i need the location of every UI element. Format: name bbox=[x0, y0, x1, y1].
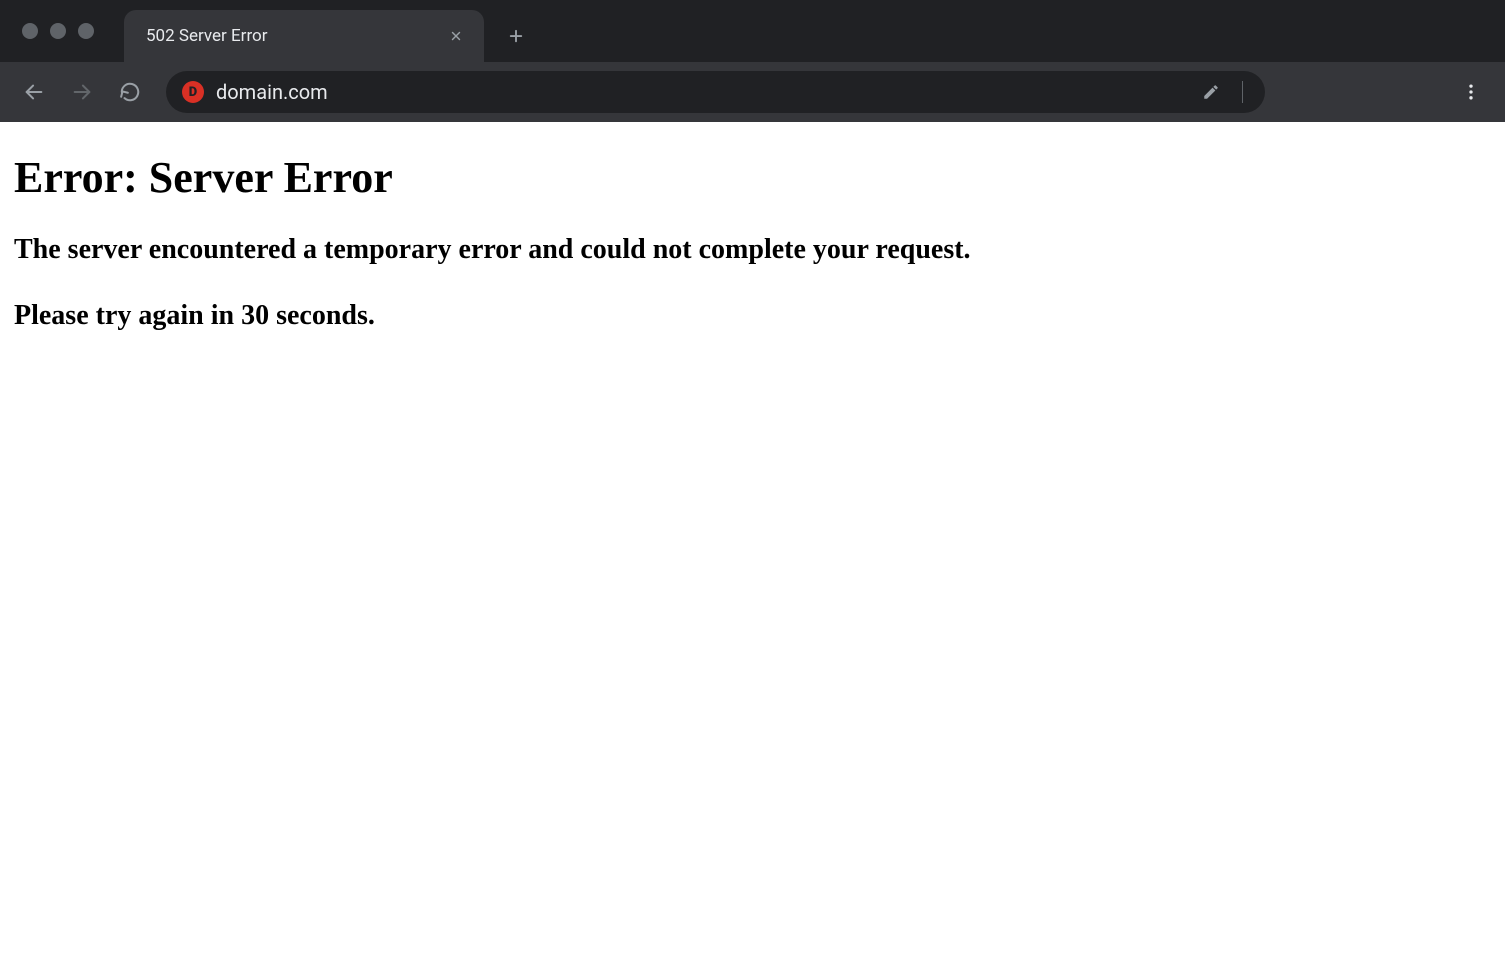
forward-button[interactable] bbox=[62, 72, 102, 112]
edit-url-button[interactable] bbox=[1198, 79, 1224, 105]
arrow-left-icon bbox=[23, 81, 45, 103]
close-tab-button[interactable] bbox=[446, 26, 466, 46]
close-icon bbox=[449, 29, 463, 43]
kebab-menu-icon bbox=[1461, 82, 1481, 102]
pencil-icon bbox=[1202, 83, 1220, 101]
browser-menu-button[interactable] bbox=[1451, 72, 1491, 112]
tab-title: 502 Server Error bbox=[146, 26, 446, 46]
browser-tab[interactable]: 502 Server Error bbox=[124, 10, 484, 62]
browser-chrome: 502 Server Error domain.com bbox=[0, 0, 1505, 122]
arrow-right-icon bbox=[71, 81, 93, 103]
window-maximize-button[interactable] bbox=[78, 23, 94, 39]
tabs-area: 502 Server Error bbox=[124, 0, 534, 62]
error-heading: Error: Server Error bbox=[14, 152, 1491, 203]
reload-button[interactable] bbox=[110, 72, 150, 112]
new-tab-button[interactable] bbox=[498, 18, 534, 54]
toolbar: domain.com bbox=[0, 62, 1505, 122]
window-minimize-button[interactable] bbox=[50, 23, 66, 39]
titlebar: 502 Server Error bbox=[0, 0, 1505, 62]
plus-icon bbox=[507, 27, 525, 45]
error-message-line2: Please try again in 30 seconds. bbox=[14, 297, 1491, 335]
window-close-button[interactable] bbox=[22, 23, 38, 39]
url-text: domain.com bbox=[216, 80, 1186, 104]
site-favicon-icon bbox=[182, 81, 204, 103]
window-controls bbox=[0, 23, 94, 39]
page-content: Error: Server Error The server encounter… bbox=[0, 122, 1505, 363]
back-button[interactable] bbox=[14, 72, 54, 112]
error-message-line1: The server encountered a temporary error… bbox=[14, 231, 1491, 269]
omnibox-divider bbox=[1242, 81, 1243, 103]
reload-icon bbox=[119, 81, 141, 103]
address-bar[interactable]: domain.com bbox=[166, 71, 1265, 113]
